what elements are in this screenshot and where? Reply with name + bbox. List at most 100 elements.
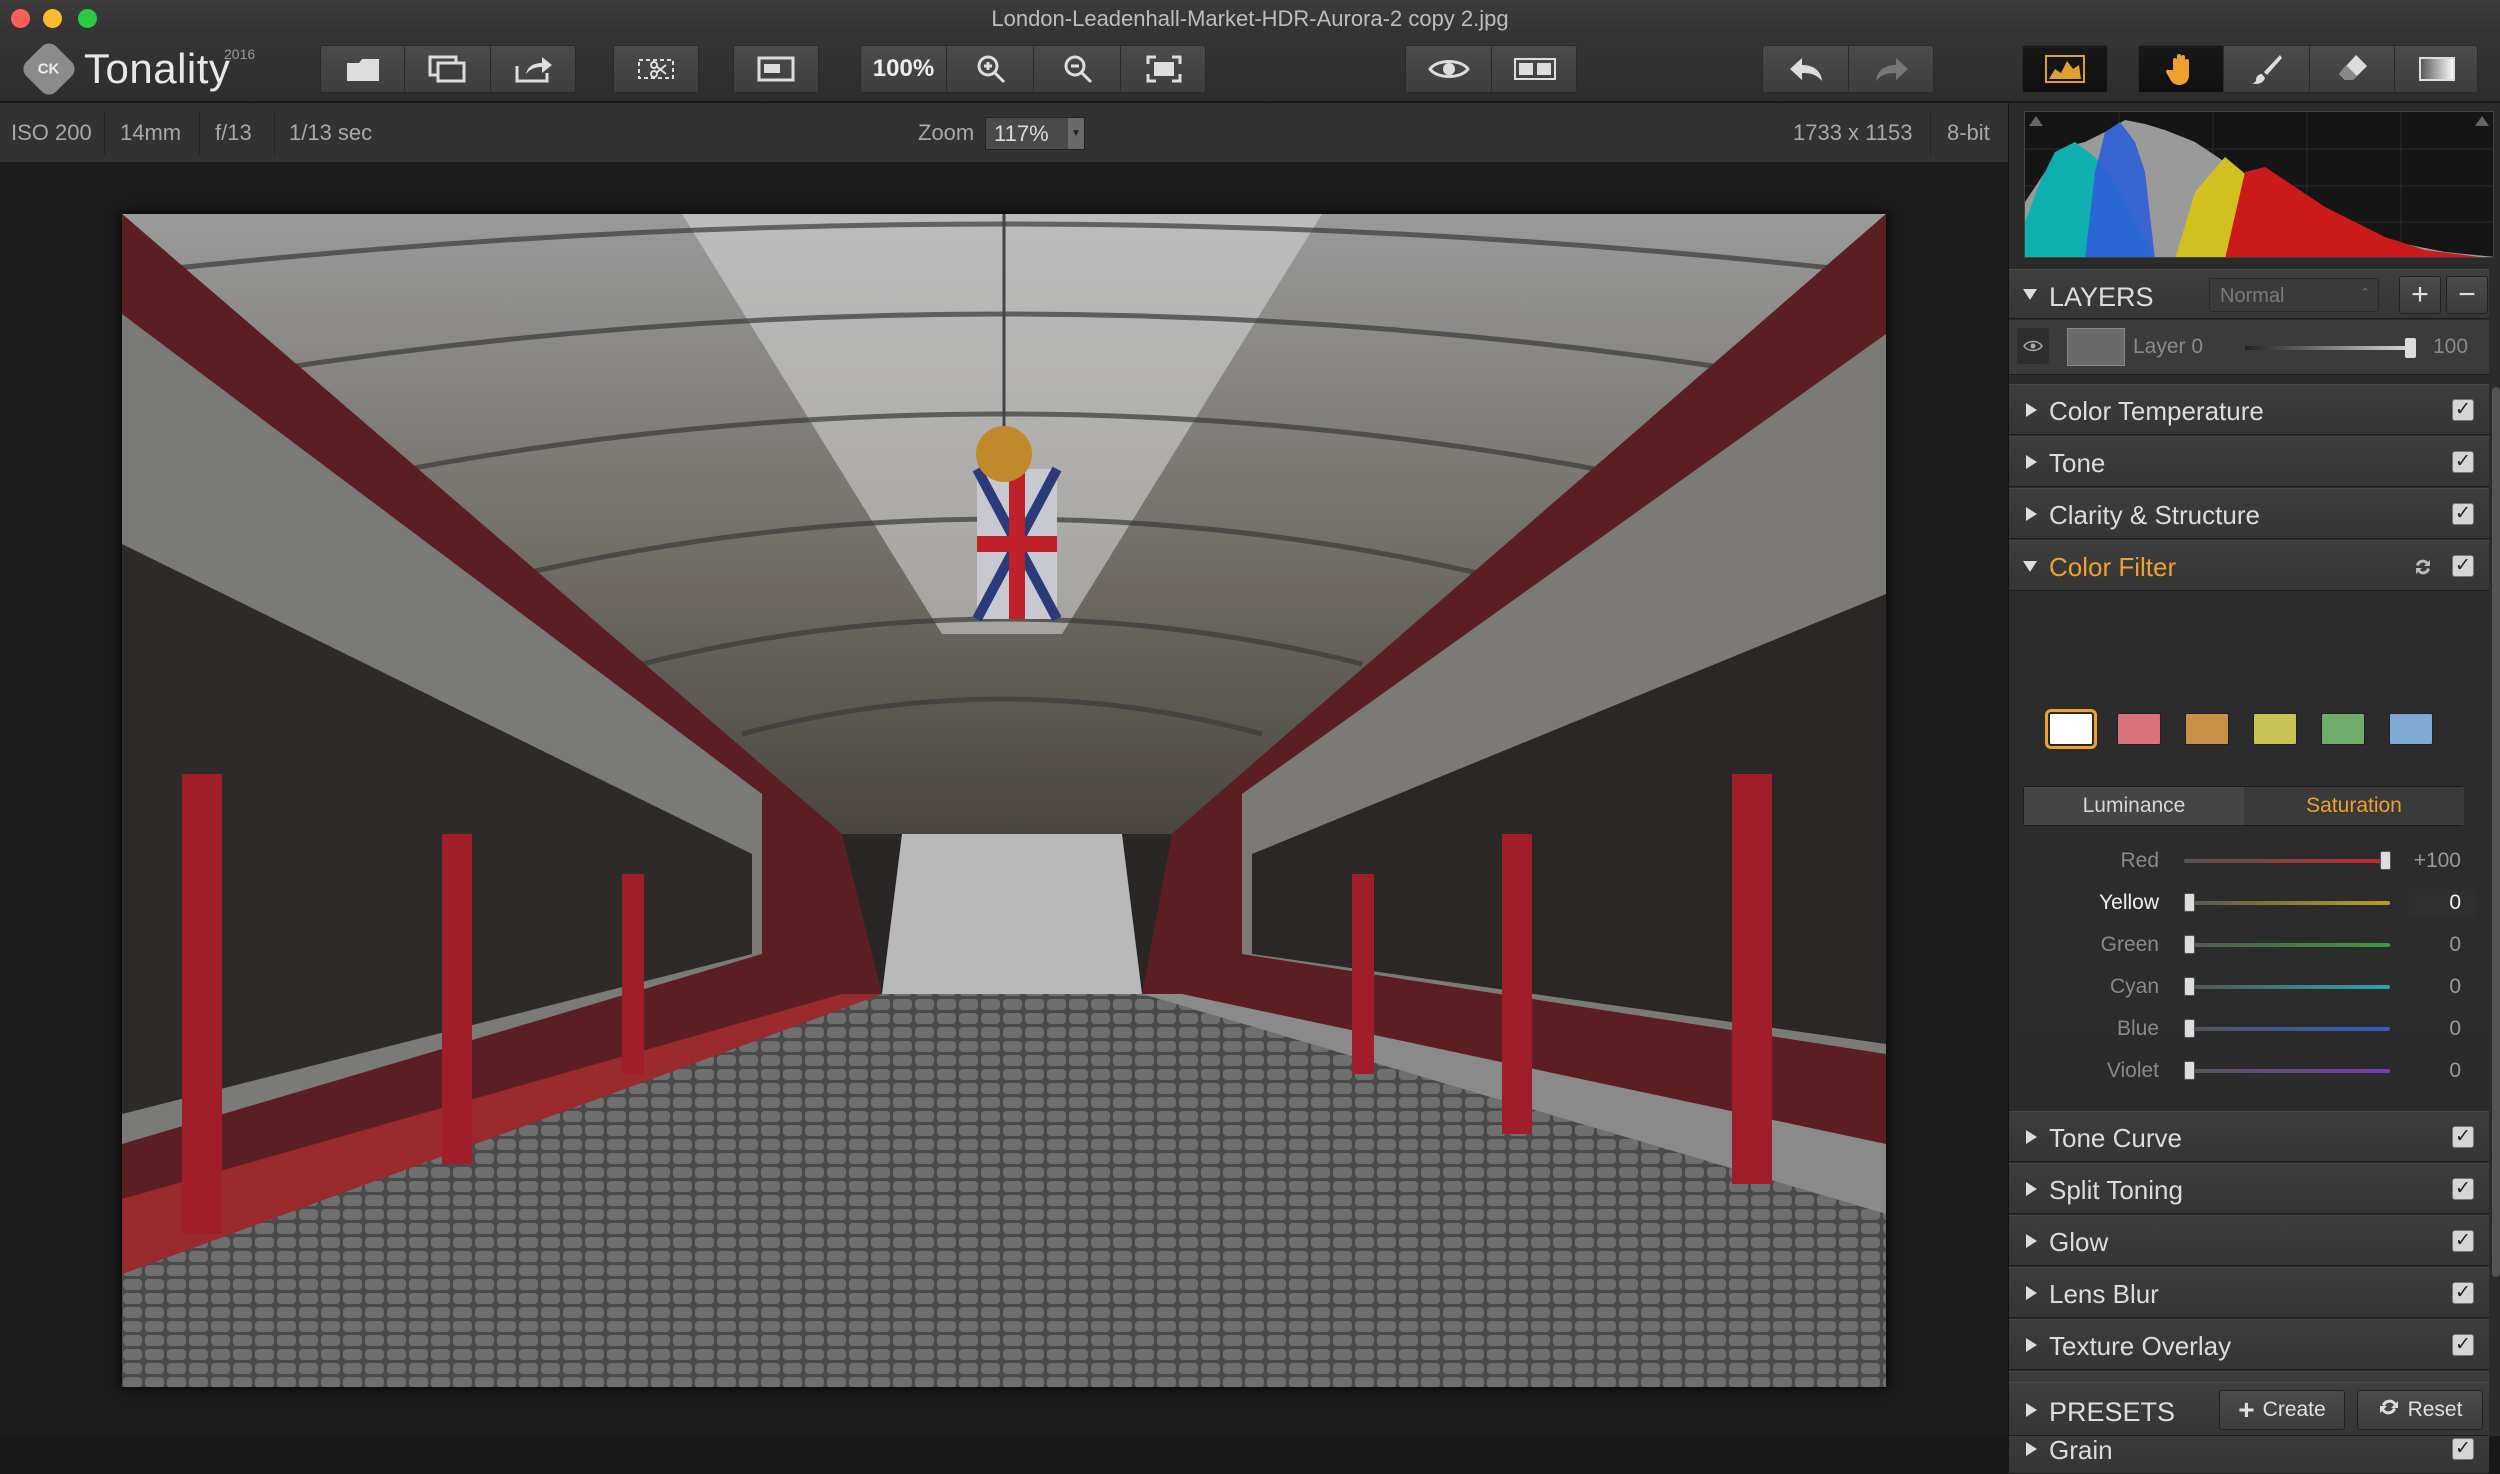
section-header[interactable]: Tone Curve ✓ <box>2009 1111 2489 1162</box>
section-enable-checkbox[interactable]: ✓ <box>2452 399 2474 421</box>
crop-icon <box>636 54 676 84</box>
compare-frame-icon <box>756 55 796 83</box>
section-header[interactable]: Texture Overlay ✓ <box>2009 1319 2489 1370</box>
layers-header[interactable]: LAYERS Normal ⌃ + − <box>2009 269 2489 319</box>
color-filter-header[interactable]: Color Filter ✓ <box>2009 540 2489 591</box>
slider-track[interactable] <box>2184 1069 2390 1073</box>
export-icon[interactable] <box>492 46 576 92</box>
blend-mode-value: Normal <box>2220 285 2285 307</box>
slider-knob[interactable] <box>2184 1019 2195 1038</box>
zoom-out-icon[interactable] <box>1035 46 1121 92</box>
gradient-icon[interactable] <box>2396 46 2478 92</box>
color-swatch[interactable] <box>2185 713 2229 745</box>
color-swatch[interactable] <box>2389 713 2433 745</box>
slider-knob[interactable] <box>2184 893 2195 912</box>
slider-knob[interactable] <box>2184 935 2195 954</box>
remove-layer-button[interactable]: − <box>2446 276 2488 314</box>
photo-preview[interactable] <box>122 214 1886 1387</box>
color-swatch[interactable] <box>2321 713 2365 745</box>
chevron-updown-icon: ⌃ <box>2360 287 2370 299</box>
slider-track[interactable] <box>2184 1027 2390 1031</box>
visibility-eye-icon[interactable] <box>2017 328 2049 364</box>
undo-icon[interactable] <box>1763 46 1849 92</box>
image-canvas[interactable] <box>0 164 2008 1436</box>
section-label: Texture Overlay <box>2049 1331 2232 1361</box>
slider-row-yellow: Yellow 0 <box>2009 883 2489 925</box>
slider-track[interactable] <box>2184 943 2390 947</box>
reset-button[interactable]: Reset <box>2357 1390 2483 1430</box>
blend-mode-select[interactable]: Normal ⌃ <box>2209 278 2379 312</box>
section-enable-checkbox[interactable]: ✓ <box>2452 451 2474 473</box>
zoom-label: Zoom <box>918 120 975 145</box>
slider-knob[interactable] <box>2380 851 2391 870</box>
zoom-100-button[interactable]: 100% <box>861 46 947 92</box>
preview-eye-icon[interactable] <box>1406 46 1492 92</box>
layer-opacity-track[interactable] <box>2245 346 2415 350</box>
focal-length-value: 14mm <box>120 120 182 145</box>
frame-button[interactable] <box>733 45 819 93</box>
section-enable-checkbox[interactable]: ✓ <box>2452 1126 2474 1148</box>
slider-value-field[interactable] <box>2409 889 2475 917</box>
histogram <box>2024 111 2494 258</box>
history-button-group <box>1762 45 1934 93</box>
section-header[interactable]: Split Toning ✓ <box>2009 1163 2489 1214</box>
redo-icon[interactable] <box>1850 46 1934 92</box>
section-enable-checkbox[interactable]: ✓ <box>2452 1178 2474 1200</box>
zoom-in-icon[interactable] <box>948 46 1034 92</box>
refresh-icon[interactable] <box>2411 555 2435 579</box>
open-icon[interactable] <box>321 46 405 92</box>
presets-header[interactable]: PRESETS + Create Reset <box>2009 1382 2489 1436</box>
slider-value: 0 <box>2449 1017 2461 1040</box>
section-enable-checkbox[interactable]: ✓ <box>2452 1438 2474 1460</box>
tab-luminance[interactable]: Luminance <box>2024 787 2244 825</box>
section-enable-checkbox[interactable]: ✓ <box>2452 1282 2474 1304</box>
panel-scrollbar[interactable] <box>2492 387 2500 1277</box>
slider-row-violet: Violet 0 <box>2009 1051 2489 1093</box>
batch-icon[interactable] <box>406 46 491 92</box>
slider-track[interactable] <box>2184 859 2390 863</box>
histogram-toggle-button[interactable] <box>2022 45 2108 93</box>
file-button-group <box>320 45 576 93</box>
split-view-icon[interactable] <box>1493 46 1577 92</box>
section-enable-checkbox[interactable]: ✓ <box>2452 555 2474 577</box>
window-title: London-Leadenhall-Market-HDR-Aurora-2 co… <box>991 6 1509 31</box>
brush-icon[interactable] <box>2225 46 2310 92</box>
slider-track[interactable] <box>2184 985 2390 989</box>
create-preset-button[interactable]: + Create <box>2219 1390 2345 1430</box>
main-toolbar: CK Tonality 2016 100% <box>0 36 2500 102</box>
section-header[interactable]: Clarity & Structure ✓ <box>2009 488 2489 539</box>
highlight-clip-icon[interactable] <box>2475 116 2489 126</box>
slider-value: 0 <box>2449 933 2461 956</box>
app-logo: CK Tonality 2016 <box>19 39 255 99</box>
fit-icon[interactable] <box>1122 46 1206 92</box>
layer-row[interactable]: Layer 0 100 <box>2009 320 2489 375</box>
eraser-icon[interactable] <box>2311 46 2395 92</box>
section-header[interactable]: Tone ✓ <box>2009 436 2489 487</box>
hand-icon[interactable] <box>2139 46 2224 92</box>
slider-label: Green <box>2100 933 2159 956</box>
shadow-clip-icon[interactable] <box>2029 116 2043 126</box>
color-swatch[interactable] <box>2117 713 2161 745</box>
slider-label: Violet <box>2106 1059 2159 1082</box>
color-swatch[interactable] <box>2253 713 2297 745</box>
slider-knob[interactable] <box>2184 977 2195 996</box>
section-header[interactable]: Glow ✓ <box>2009 1215 2489 1266</box>
slider-track[interactable] <box>2184 901 2390 905</box>
layer-opacity-knob[interactable] <box>2405 338 2416 358</box>
zoom-select[interactable]: 117% ▼ <box>985 117 1085 150</box>
slider-knob[interactable] <box>2184 1061 2195 1080</box>
section-enable-checkbox[interactable]: ✓ <box>2452 503 2474 525</box>
crop-button[interactable] <box>613 45 699 93</box>
slider-value: 0 <box>2449 975 2461 998</box>
section-enable-checkbox[interactable]: ✓ <box>2452 1230 2474 1252</box>
add-layer-button[interactable]: + <box>2399 276 2441 314</box>
section-enable-checkbox[interactable]: ✓ <box>2452 1334 2474 1356</box>
expand-triangle-icon <box>2026 507 2037 521</box>
layers-title: LAYERS <box>2049 282 2154 312</box>
section-header[interactable]: Color Temperature ✓ <box>2009 384 2489 435</box>
layer-thumbnail[interactable] <box>2067 328 2125 366</box>
section-header[interactable]: Lens Blur ✓ <box>2009 1267 2489 1318</box>
color-swatch[interactable] <box>2045 709 2097 749</box>
expand-triangle-icon <box>2026 1182 2037 1196</box>
tab-saturation[interactable]: Saturation <box>2244 787 2464 825</box>
